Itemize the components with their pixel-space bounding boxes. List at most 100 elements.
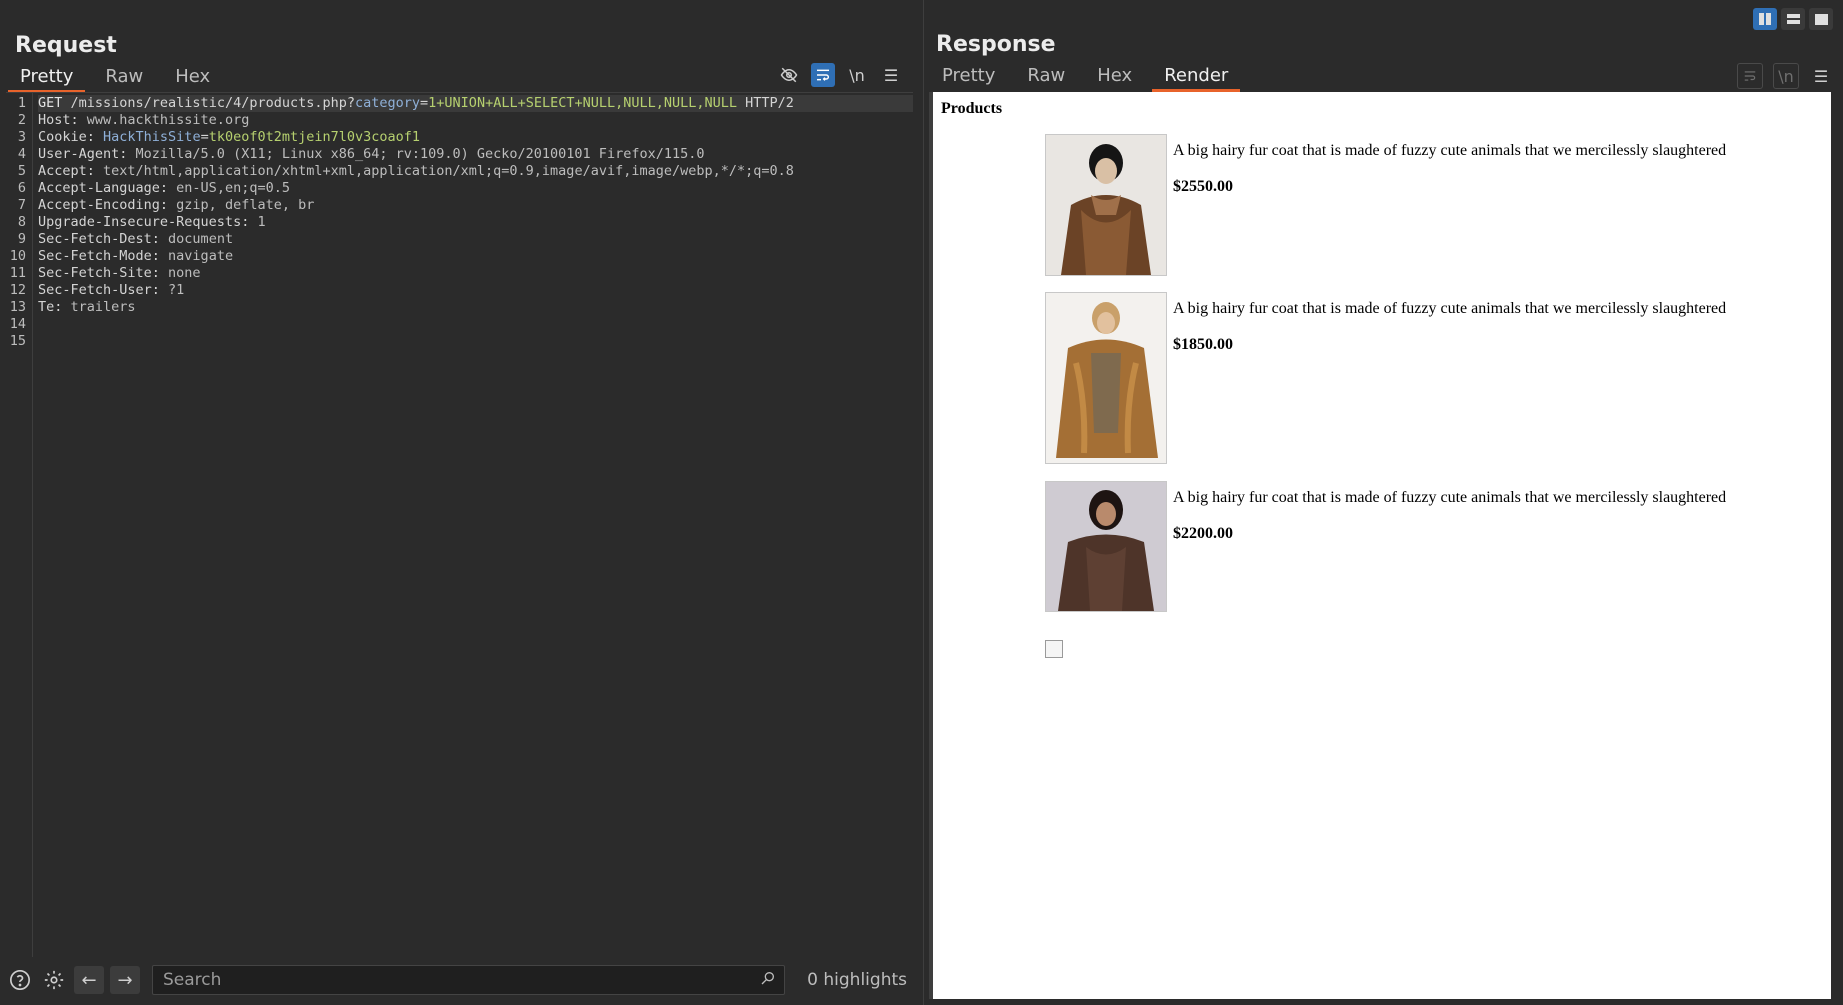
line-name: User-Agent:	[38, 146, 128, 162]
line-number: 10	[9, 248, 26, 264]
line-value: text/html,application/xhtml+xml,applicat…	[94, 163, 794, 179]
line-content: Sec-Fetch-User: ?1	[38, 282, 184, 299]
request-line[interactable]: 8 Upgrade-Insecure-Requests: 1	[6, 214, 913, 231]
line-eq: =	[200, 129, 209, 145]
response-tab-hex[interactable]: Hex	[1085, 63, 1144, 92]
request-line[interactable]: 13 Te: trailers	[6, 299, 913, 316]
layout-side-by-side-icon[interactable]	[1753, 8, 1777, 30]
line-value: en-US,en;q=0.5	[168, 180, 290, 196]
line-number: 1	[17, 95, 26, 111]
line-name: Sec-Fetch-Mode:	[38, 248, 160, 264]
line-number: 3	[17, 129, 26, 145]
line-number: 2	[17, 112, 26, 128]
product-price: $1850.00	[1173, 336, 1233, 353]
line-name: Sec-Fetch-Site:	[38, 265, 160, 281]
line-content: Host: www.hackthissite.org	[38, 112, 249, 129]
wrap-icon[interactable]	[811, 63, 835, 87]
line-name: Upgrade-Insecure-Requests:	[38, 214, 250, 230]
wrap-icon[interactable]	[1737, 63, 1763, 89]
line-name: Te:	[38, 299, 63, 315]
line-name: Accept:	[38, 163, 95, 179]
product-description: A big hairy fur coat that is made of fuz…	[1173, 489, 1727, 506]
line-pval: 1+UNION+ALL+SELECT+NULL,NULL,NULL,NULL	[428, 95, 738, 111]
newline-icon[interactable]: \n	[845, 63, 869, 87]
line-name: Accept-Encoding:	[38, 197, 169, 213]
response-tab-pretty[interactable]: Pretty	[930, 63, 1007, 92]
request-line[interactable]: 12 Sec-Fetch-User: ?1	[6, 282, 913, 299]
line-value: www.hackthissite.org	[78, 112, 250, 128]
help-icon[interactable]	[6, 966, 34, 994]
line-number: 7	[17, 197, 26, 213]
line-value: navigate	[159, 248, 234, 264]
request-line[interactable]: 9 Sec-Fetch-Dest: document	[6, 231, 913, 248]
request-title: Request	[15, 33, 117, 58]
settings-icon[interactable]	[40, 966, 68, 994]
line-method: GET	[38, 95, 63, 111]
request-line[interactable]: 5 Accept: text/html,application/xhtml+xml…	[6, 163, 913, 180]
response-title: Response	[936, 32, 1056, 57]
highlights-count: 0 highlights	[807, 970, 907, 990]
product-item: A big hairy fur coat that is made of fuz…	[1045, 134, 1726, 276]
line-number: 13	[9, 299, 26, 315]
search-input[interactable]	[161, 969, 761, 991]
line-path: /missions/realistic/4/products.php?	[62, 95, 355, 111]
product-item: A big hairy fur coat that is made of fuz…	[1045, 481, 1726, 612]
line-value: Mozilla/5.0 (X11; Linux x86_64; rv:109.0…	[127, 146, 705, 162]
response-tab-raw[interactable]: Raw	[1015, 63, 1077, 92]
line-content: Sec-Fetch-Site: none	[38, 265, 201, 282]
request-line[interactable]: 4 User-Agent: Mozilla/5.0 (X11; Linux x86…	[6, 146, 913, 163]
product-image	[1045, 481, 1167, 612]
back-arrow-icon[interactable]: ←	[74, 966, 104, 994]
line-eq: =	[420, 95, 429, 111]
response-tabs: Pretty Raw Hex Render	[930, 63, 1248, 92]
request-line[interactable]: 11 Sec-Fetch-Site: none	[6, 265, 913, 282]
line-number: 4	[17, 146, 26, 162]
line-number: 5	[17, 163, 26, 179]
layout-toggle	[1753, 8, 1833, 30]
request-line[interactable]: 1 GET /missions/realistic/4/products.php?…	[6, 95, 913, 112]
line-content: GET /missions/realistic/4/products.php?c…	[38, 95, 913, 112]
request-bottom-bar: ← → 0 highlights	[6, 961, 913, 999]
line-cval: tk0eof0t2mtjein7l0v3coaof1	[208, 129, 421, 145]
request-tab-hex[interactable]: Hex	[163, 64, 222, 93]
render-scrollbar[interactable]	[1835, 92, 1843, 999]
hide-icon[interactable]	[777, 63, 801, 87]
line-content: Upgrade-Insecure-Requests: 1	[38, 214, 266, 231]
request-editor[interactable]: 1 GET /missions/realistic/4/products.php?…	[6, 92, 913, 957]
request-line[interactable]: 14	[6, 316, 913, 333]
request-line[interactable]: 10 Sec-Fetch-Mode: navigate	[6, 248, 913, 265]
product-image	[1045, 134, 1167, 276]
layout-single-icon[interactable]	[1809, 8, 1833, 30]
search-box	[152, 965, 786, 995]
render-view: Products A big hairy fur coat that is ma…	[929, 92, 1831, 999]
request-pane: Request Pretty Raw Hex \n ☰ 1 GET /missio…	[0, 0, 924, 1005]
line-value: document	[159, 231, 234, 247]
request-tab-pretty[interactable]: Pretty	[8, 64, 86, 93]
line-number: 11	[9, 265, 26, 281]
layout-stacked-icon[interactable]	[1781, 8, 1805, 30]
line-number: 9	[17, 231, 26, 247]
menu-icon[interactable]: ☰	[879, 63, 903, 87]
request-line[interactable]: 7 Accept-Encoding: gzip, deflate, br	[6, 197, 913, 214]
line-value: 1	[249, 214, 266, 230]
request-line[interactable]: 6 Accept-Language: en-US,en;q=0.5	[6, 180, 913, 197]
forward-arrow-icon[interactable]: →	[110, 966, 140, 994]
line-tail: HTTP/2	[737, 95, 794, 111]
request-line[interactable]: 15	[6, 333, 913, 350]
menu-icon[interactable]: ☰	[1809, 64, 1833, 88]
search-icon[interactable]	[760, 970, 776, 990]
line-name: Sec-Fetch-User:	[38, 282, 160, 298]
line-cname: HackThisSite	[94, 129, 201, 145]
line-number: 12	[9, 282, 26, 298]
newline-icon[interactable]: \n	[1773, 63, 1799, 89]
line-content: Accept-Encoding: gzip, deflate, br	[38, 197, 314, 214]
request-tab-raw[interactable]: Raw	[93, 64, 155, 93]
line-value: ?1	[159, 282, 185, 298]
product-price: $2200.00	[1173, 525, 1233, 542]
request-tabs: Pretty Raw Hex	[8, 64, 230, 93]
request-toolbar: \n ☰	[777, 63, 903, 87]
line-number: 14	[9, 316, 26, 332]
response-tab-render[interactable]: Render	[1152, 63, 1241, 92]
request-line[interactable]: 3 Cookie: HackThisSite=tk0eof0t2mtjein7l0…	[6, 129, 913, 146]
request-line[interactable]: 2 Host: www.hackthissite.org	[6, 112, 913, 129]
